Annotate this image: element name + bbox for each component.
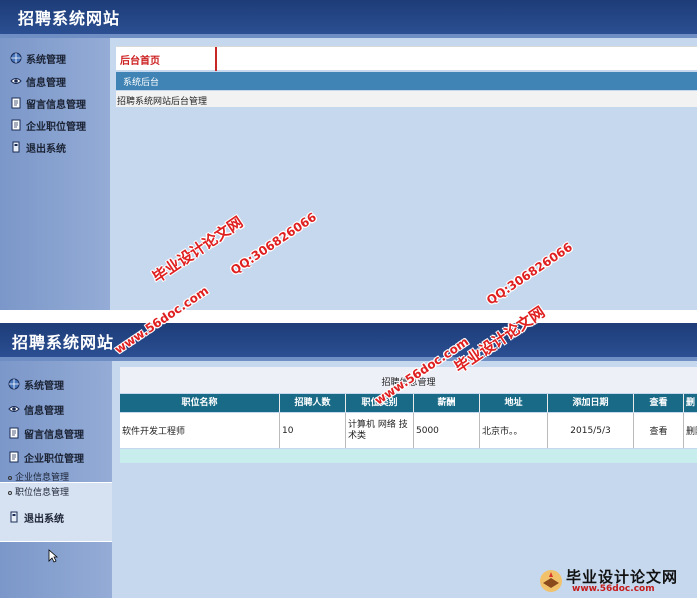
column-header: 查看 (634, 394, 684, 412)
table-row: 软件开发工程师 10 计算机 网络 技术类 5000 北京市。。 2015/5/… (120, 413, 697, 448)
cell-address: 北京市。。 (480, 413, 548, 448)
column-header: 职位名称 (120, 394, 280, 412)
sidebar-item-messages[interactable]: 留言信息管理 (8, 425, 84, 441)
cell-job-name: 软件开发工程师 (120, 413, 280, 448)
sidebar-item-info[interactable]: 信息管理 (8, 401, 64, 417)
sidebar-item-jobs[interactable]: 企业职位管理 (8, 449, 84, 465)
page: 招聘系统网站 系统管理 信息管理 留言信息管理 企业职位管理 退出系统 后台首页… (0, 0, 697, 598)
tab-home[interactable]: 后台首页 (120, 52, 160, 67)
sidebar-item-logout[interactable]: 退出系统 (10, 139, 66, 155)
document-icon (10, 97, 22, 109)
tab-separator (215, 47, 217, 71)
mouse-cursor-icon (48, 549, 58, 563)
eye-icon (8, 403, 20, 415)
sidebar-item-label: 信息管理 (26, 77, 66, 89)
cell-category: 计算机 网络 技术类 (346, 413, 414, 448)
bullet-icon (8, 490, 12, 495)
bottom-sidebar: 系统管理 信息管理 留言信息管理 企业职位管理 企业信息管理 职位信息管理 退出… (0, 361, 112, 598)
submenu-job-info[interactable]: 职位信息管理 (8, 485, 69, 498)
sidebar-item-jobs[interactable]: 企业职位管理 (10, 117, 86, 133)
document-icon (8, 451, 20, 463)
sidebar-item-label: 退出系统 (24, 513, 64, 525)
top-header: 招聘系统网站 (0, 0, 697, 34)
welcome-text: 招聘系统网站后台管理 (116, 91, 697, 107)
document-icon (8, 427, 20, 439)
sidebar-item-label: 系统管理 (24, 380, 64, 392)
cell-headcount: 10 (280, 413, 346, 448)
breadcrumb: 系统后台 (116, 72, 697, 90)
logo-url: www.56doc.com (572, 584, 655, 594)
site-title: 招聘系统网站 (12, 333, 115, 352)
view-link[interactable]: 查看 (634, 413, 684, 448)
sidebar-item-info[interactable]: 信息管理 (10, 73, 66, 89)
tab-bar: 后台首页 (116, 46, 697, 71)
table-footer (120, 449, 697, 463)
sidebar-item-label: 企业职位管理 (24, 453, 84, 465)
sidebar-item-label: 信息管理 (24, 405, 64, 417)
submenu-label: 企业信息管理 (15, 473, 70, 483)
sidebar-item-system[interactable]: 系统管理 (8, 376, 64, 392)
sidebar-item-label: 留言信息管理 (24, 429, 84, 441)
cell-salary: 5000 (414, 413, 480, 448)
delete-link[interactable]: 删除 (684, 413, 697, 448)
site-logo: 毕业设计论文网 www.56doc.com (536, 564, 696, 598)
sidebar-item-label: 企业职位管理 (26, 121, 86, 133)
logo-book-icon (540, 570, 562, 592)
sidebar-item-label: 系统管理 (26, 54, 66, 66)
column-header: 删 (685, 398, 695, 408)
sidebar-item-logout[interactable]: 退出系统 (8, 509, 64, 525)
sidebar-item-system[interactable]: 系统管理 (10, 50, 66, 66)
table-header: 职位名称 招聘人数 职位类别 薪酬 地址 添加日期 查看 删 (120, 394, 697, 412)
globe-icon (8, 378, 20, 390)
document-icon (10, 119, 22, 131)
bottom-screenshot: 招聘系统网站 系统管理 信息管理 留言信息管理 企业职位管理 企业信息管理 职位… (0, 323, 697, 598)
column-header: 薪酬 (414, 394, 480, 412)
divider (0, 310, 697, 323)
globe-icon (10, 52, 22, 64)
column-header: 添加日期 (548, 394, 634, 412)
bullet-icon (8, 475, 12, 480)
submenu-company-info[interactable]: 企业信息管理 (8, 470, 69, 483)
bottom-header: 招聘系统网站 (0, 323, 697, 357)
exit-icon (10, 141, 22, 153)
submenu-label: 职位信息管理 (15, 488, 70, 498)
top-screenshot: 招聘系统网站 系统管理 信息管理 留言信息管理 企业职位管理 退出系统 后台首页… (0, 0, 697, 310)
sidebar-item-label: 留言信息管理 (26, 99, 86, 111)
site-title: 招聘系统网站 (18, 9, 121, 28)
sidebar-item-messages[interactable]: 留言信息管理 (10, 95, 86, 111)
cell-date: 2015/5/3 (548, 413, 634, 448)
column-header: 地址 (480, 394, 548, 412)
sidebar-item-label: 退出系统 (26, 143, 66, 155)
exit-icon (8, 511, 20, 523)
column-header: 招聘人数 (280, 394, 346, 412)
eye-icon (10, 75, 22, 87)
top-sidebar: 系统管理 信息管理 留言信息管理 企业职位管理 退出系统 (0, 38, 110, 310)
